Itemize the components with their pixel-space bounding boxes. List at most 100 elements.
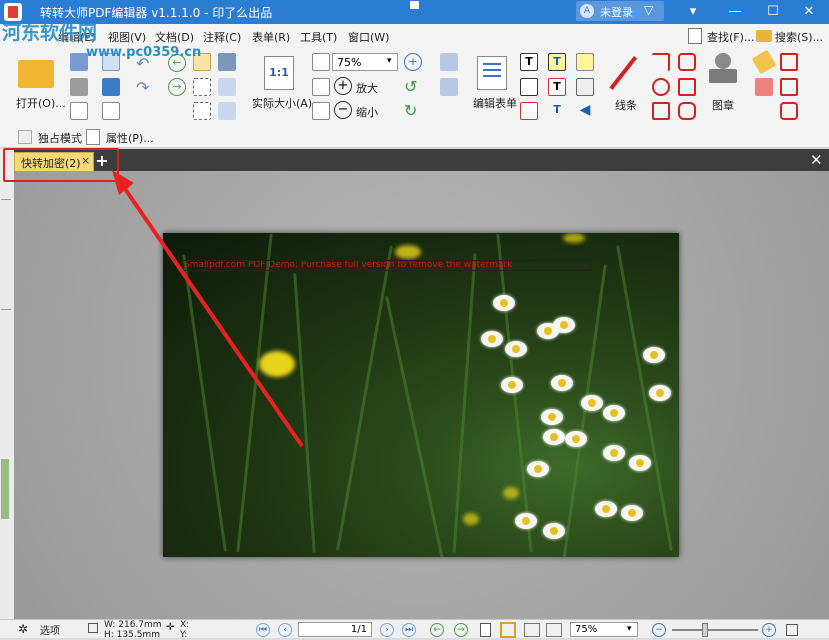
menu-find[interactable]: 查找(F)... bbox=[707, 29, 754, 45]
line-tool-icon[interactable] bbox=[609, 56, 638, 90]
zoom-out-status-icon[interactable]: − bbox=[652, 623, 666, 637]
actual-size-label: 实际大小(A) bbox=[252, 97, 313, 110]
open-button[interactable] bbox=[18, 56, 56, 90]
maximize-button[interactable]: ☐ bbox=[756, 0, 790, 24]
status-zoom-value: 75% bbox=[575, 624, 598, 635]
zoom-in-label[interactable]: 放大 bbox=[356, 80, 378, 96]
prev-page-icon[interactable]: ‹ bbox=[278, 623, 292, 637]
arrow-tool-icon[interactable] bbox=[652, 53, 670, 71]
menu-comment[interactable]: 注释(C) bbox=[203, 29, 241, 45]
zoom-in-status-icon[interactable]: + bbox=[762, 623, 776, 637]
rectangle-tool-icon[interactable] bbox=[652, 102, 670, 120]
select-area-icon[interactable] bbox=[218, 78, 236, 96]
pentagon-tool-icon[interactable] bbox=[678, 78, 696, 96]
history-back-icon[interactable]: ← bbox=[430, 623, 444, 637]
area-measure-icon[interactable] bbox=[780, 78, 798, 96]
magnifier-icon[interactable]: + bbox=[404, 53, 422, 71]
options-button[interactable]: 选项 bbox=[40, 622, 60, 637]
menu-window[interactable]: 窗口(W) bbox=[348, 29, 389, 45]
continuous-page-icon[interactable] bbox=[500, 622, 516, 638]
print-icon[interactable] bbox=[70, 78, 88, 96]
close-panel-icon[interactable]: ✕ bbox=[810, 151, 823, 169]
attachment-icon[interactable] bbox=[576, 78, 594, 96]
note-icon[interactable] bbox=[576, 53, 594, 71]
folder-search-icon[interactable] bbox=[756, 30, 772, 42]
textbox-icon[interactable] bbox=[520, 78, 538, 96]
first-page-icon[interactable]: ⏮ bbox=[256, 623, 270, 637]
history-forward-icon[interactable]: → bbox=[454, 623, 468, 637]
facing-page-icon[interactable] bbox=[524, 623, 540, 637]
stamp-icon bbox=[715, 53, 731, 69]
page-icon[interactable] bbox=[102, 102, 120, 120]
properties-button[interactable]: 属性(P)... bbox=[106, 130, 154, 146]
ribbon-secondary-row: 独占模式 属性(P)... bbox=[0, 126, 829, 148]
highlight-icon[interactable] bbox=[520, 102, 538, 120]
snapshot-icon[interactable] bbox=[218, 53, 236, 71]
pdf-page[interactable] bbox=[163, 233, 679, 557]
insert-page-icon[interactable] bbox=[440, 53, 458, 71]
menu-document[interactable]: 文档(D) bbox=[155, 29, 194, 45]
cursor-icon bbox=[410, 1, 419, 9]
menu-form[interactable]: 表单(R) bbox=[252, 29, 290, 45]
new-doc-icon[interactable] bbox=[70, 102, 88, 120]
next-page-icon[interactable]: › bbox=[380, 623, 394, 637]
delete-page-icon[interactable] bbox=[440, 78, 458, 96]
minimize-button[interactable]: — bbox=[718, 0, 752, 24]
chevron-down-icon: ▾ bbox=[387, 56, 392, 66]
eraser-icon[interactable] bbox=[755, 78, 773, 96]
title-bar: 转转大师PDF编辑器 v1.1.1.0 - 印了么出品 A 未登录 ▽ ▾ — … bbox=[0, 0, 829, 24]
rotate-right-icon[interactable]: ↻ bbox=[404, 101, 417, 120]
fit-width-icon[interactable] bbox=[312, 78, 330, 96]
zoom-in-icon[interactable]: + bbox=[334, 77, 352, 95]
scanner-icon[interactable] bbox=[102, 78, 120, 96]
login-button[interactable]: A 未登录 ▽ bbox=[576, 1, 664, 21]
fit-page-icon[interactable] bbox=[312, 53, 330, 71]
polygon-tool-icon[interactable] bbox=[678, 53, 696, 71]
select-text-icon[interactable] bbox=[193, 78, 211, 96]
pencil-icon[interactable] bbox=[751, 49, 777, 75]
gear-icon[interactable]: ✲ bbox=[18, 622, 28, 636]
menu-search[interactable]: 搜索(S)... bbox=[775, 29, 823, 45]
find-icon[interactable] bbox=[688, 28, 702, 44]
sound-icon[interactable]: ◀ bbox=[576, 102, 594, 120]
skin-icon[interactable]: ▾ bbox=[676, 0, 710, 24]
properties-icon[interactable] bbox=[86, 129, 100, 145]
status-zoom-select[interactable]: 75% ▾ bbox=[570, 622, 638, 637]
menu-view[interactable]: 视图(V) bbox=[108, 29, 146, 45]
menu-tools[interactable]: 工具(T) bbox=[300, 29, 337, 45]
text-field-icon[interactable]: T bbox=[520, 53, 538, 71]
fit-visible-icon[interactable] bbox=[312, 102, 330, 120]
zoom-select[interactable]: 75% ▾ bbox=[332, 53, 398, 71]
marquee-icon[interactable] bbox=[193, 102, 211, 120]
zoom-slider-handle[interactable] bbox=[702, 623, 708, 637]
zoom-slider[interactable] bbox=[672, 629, 758, 631]
fullscreen-icon[interactable] bbox=[786, 624, 798, 636]
underline-icon[interactable]: T bbox=[548, 102, 566, 120]
page-number-value: 1/1 bbox=[350, 624, 367, 635]
exclusive-mode-button[interactable]: 独占模式 bbox=[38, 130, 82, 146]
status-bar: ✲ 选项 W: 216.7mm H: 135.5mm ✛ X: Y: ⏮ ‹ 1… bbox=[0, 619, 829, 640]
close-button[interactable]: ✕ bbox=[792, 0, 826, 24]
exclusive-mode-icon[interactable] bbox=[18, 130, 32, 144]
zoom-out-icon[interactable]: − bbox=[334, 101, 352, 119]
edit-form-button[interactable] bbox=[477, 56, 507, 90]
forward-icon[interactable]: → bbox=[168, 78, 186, 96]
page-number-input[interactable]: 1/1 bbox=[298, 622, 372, 637]
perimeter-icon[interactable] bbox=[780, 102, 798, 120]
callout-icon[interactable]: T bbox=[548, 78, 566, 96]
background-window-strip bbox=[0, 149, 14, 619]
crop-icon[interactable] bbox=[218, 102, 236, 120]
cloud-tool-icon[interactable] bbox=[678, 102, 696, 120]
stamp-button[interactable] bbox=[707, 53, 739, 93]
rotate-left-icon[interactable]: ↺ bbox=[404, 77, 417, 96]
typewriter-icon[interactable]: T bbox=[548, 53, 566, 71]
measure-icon[interactable] bbox=[780, 53, 798, 71]
ellipse-tool-icon[interactable] bbox=[652, 78, 670, 96]
actual-size-button[interactable]: 1:1 bbox=[264, 56, 294, 90]
single-page-icon[interactable] bbox=[480, 623, 491, 637]
zoom-out-label[interactable]: 缩小 bbox=[356, 104, 378, 120]
pdf-demo-watermark: Smallpdf.com PDF Demo: Purchase full ver… bbox=[181, 260, 591, 271]
last-page-icon[interactable]: ⏭ bbox=[402, 623, 416, 637]
redo-icon[interactable]: ↷ bbox=[136, 78, 149, 97]
continuous-facing-icon[interactable] bbox=[546, 623, 562, 637]
